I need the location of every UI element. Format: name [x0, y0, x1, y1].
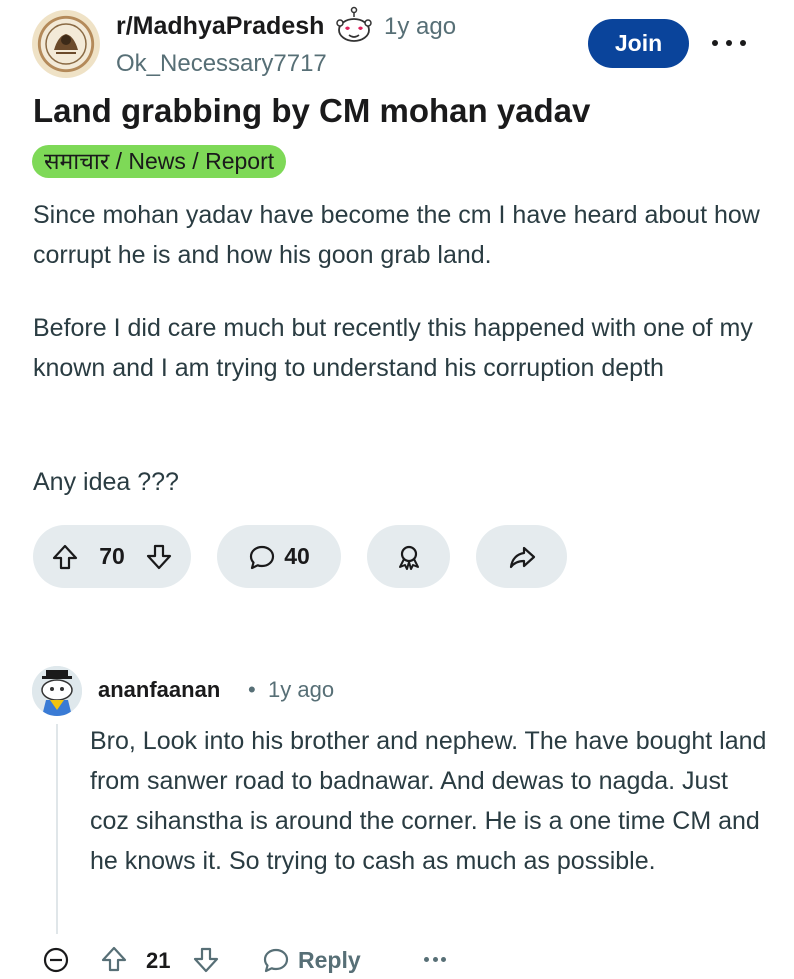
- emblem-icon: [45, 23, 87, 65]
- post-flair[interactable]: समाचार / News / Report: [32, 145, 287, 178]
- more-dot: [441, 956, 446, 962]
- collapse-minus-icon[interactable]: [42, 946, 70, 974]
- snoo-avatar-icon: [32, 666, 82, 716]
- vote-count: 70: [99, 543, 125, 569]
- comment-score: 21: [146, 948, 171, 973]
- post-paragraph: Before I did care much but recently this…: [33, 314, 753, 382]
- comment-body: Bro, Look into his brother and nephew. T…: [90, 727, 767, 875]
- award-icon: [398, 545, 419, 570]
- more-dot: [432, 956, 438, 962]
- comment-avatar[interactable]: [32, 666, 82, 716]
- share-arrow-icon: [509, 546, 535, 568]
- upvote-arrow-icon[interactable]: [51, 543, 79, 571]
- comment-count: 40: [284, 543, 310, 569]
- subreddit-name[interactable]: r/MadhyaPradesh: [116, 12, 324, 41]
- separator-dot: •: [248, 677, 256, 702]
- more-options-button[interactable]: [712, 28, 746, 58]
- snoo-avatar-icon: [336, 6, 372, 42]
- post-author[interactable]: Ok_Necessary7717: [116, 50, 327, 78]
- post-time: 1y ago: [384, 13, 457, 40]
- post-paragraph: Since mohan yadav have become the cm I h…: [33, 201, 760, 269]
- comment-author[interactable]: ananfaanan: [98, 677, 220, 703]
- downvote-arrow-icon[interactable]: [145, 543, 173, 571]
- thread-line[interactable]: [56, 724, 58, 934]
- more-dot: [726, 40, 732, 46]
- more-horizontal-icon: [712, 40, 718, 46]
- more-dot: [740, 40, 746, 46]
- reply-bubble-icon: [263, 948, 289, 973]
- comments-button[interactable]: 40: [217, 525, 341, 588]
- share-button[interactable]: [476, 525, 567, 588]
- vote-bar: 70: [33, 525, 191, 588]
- reply-label: Reply: [298, 946, 361, 973]
- downvote-arrow-icon[interactable]: [192, 946, 220, 974]
- comment-more-button[interactable]: [424, 954, 446, 964]
- post-paragraph: Any idea ???: [33, 468, 179, 496]
- post-title[interactable]: Land grabbing by CM mohan yadav: [33, 92, 590, 130]
- subreddit-avatar[interactable]: [32, 10, 100, 78]
- reply-button[interactable]: Reply: [262, 944, 361, 976]
- award-button[interactable]: [367, 525, 450, 588]
- speech-bubble-icon: [250, 545, 275, 569]
- upvote-arrow-icon[interactable]: [100, 945, 128, 973]
- comment-actions: 21 Reply: [0, 940, 794, 979]
- more-horizontal-icon: [424, 956, 429, 962]
- join-button[interactable]: Join: [588, 19, 689, 68]
- comment-time: 1y ago: [268, 677, 335, 702]
